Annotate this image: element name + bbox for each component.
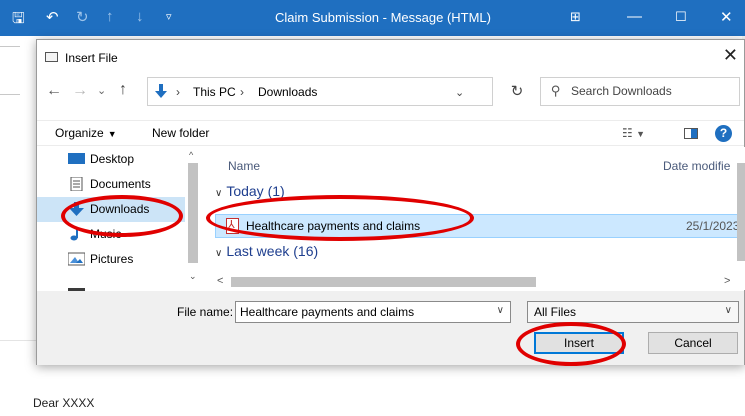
scroll-left-icon[interactable]: < xyxy=(217,275,223,287)
file-list-scrollbar[interactable]: ⌄ xyxy=(736,147,745,287)
window-title: Claim Submission - Message (HTML) xyxy=(275,10,491,25)
caret-down-icon: ▼ xyxy=(107,129,117,139)
scrollbar-thumb[interactable] xyxy=(231,277,536,287)
caret-down-icon: ▼ xyxy=(636,129,646,139)
back-arrow-icon[interactable]: ← xyxy=(46,82,62,100)
help-icon[interactable]: ? xyxy=(715,125,732,142)
group-header-today[interactable]: ∨ Today (1) xyxy=(215,183,285,199)
nav-item-label: Pictures xyxy=(90,252,134,266)
downloads-icon xyxy=(69,202,84,216)
file-row[interactable]: Healthcare payments and claims 25/1/2023… xyxy=(215,214,745,238)
nav-item-label: Downloads xyxy=(90,202,150,216)
recent-locations-icon[interactable]: ⌄ xyxy=(97,84,106,97)
arrow-down-icon[interactable]: ↓ xyxy=(136,8,144,25)
message-greeting: Dear XXXX xyxy=(33,396,95,410)
scrollbar-thumb[interactable] xyxy=(737,163,745,261)
breadcrumb-downloads[interactable]: Downloads xyxy=(258,85,317,99)
organize-button[interactable]: Organize ▼ xyxy=(55,126,117,140)
file-name-combobox[interactable]: ∨ xyxy=(235,301,511,323)
scroll-right-icon[interactable]: > xyxy=(724,275,730,287)
column-header-row: Name Date modifie xyxy=(209,147,745,177)
scroll-up-icon[interactable]: ^ xyxy=(189,150,193,160)
undo-icon[interactable]: ↶ xyxy=(46,8,59,26)
insert-file-dialog: Insert File ✕ ← → ⌄ ↑ › This PC › Downlo… xyxy=(36,39,745,365)
new-folder-button[interactable]: New folder xyxy=(152,126,209,140)
file-name: Healthcare payments and claims xyxy=(246,219,421,233)
preview-pane-icon[interactable] xyxy=(684,128,698,139)
close-icon[interactable]: ✕ xyxy=(723,46,738,64)
dialog-footer: File name: ∨ All Files ∨ Insert Cancel xyxy=(37,291,744,365)
chevron-down-icon: ∨ xyxy=(215,248,223,259)
chevron-down-icon[interactable]: ∨ xyxy=(497,305,504,316)
file-list: Name Date modifie ∨Today (1) Healthcare … xyxy=(209,147,745,287)
search-box[interactable]: ⚲ xyxy=(540,77,740,106)
details-view-icon: ☷ xyxy=(622,126,633,140)
outlook-titlebar: 🖫 ↶ ↻ ↑ ↓ ▿ Claim Submission - Message (… xyxy=(0,0,745,36)
dialog-icon xyxy=(45,52,58,62)
insert-button[interactable]: Insert xyxy=(534,332,624,354)
desktop-icon xyxy=(68,153,85,164)
breadcrumb-separator[interactable]: › xyxy=(176,85,180,99)
nav-item-label: Documents xyxy=(90,177,151,191)
cancel-button[interactable]: Cancel xyxy=(648,332,738,354)
dialog-toolbar: Organize ▼ New folder ☷ ▼ ? xyxy=(37,120,744,146)
save-icon[interactable]: 🖫 xyxy=(12,8,25,33)
nav-item-label: Desktop xyxy=(90,152,135,166)
file-list-hscrollbar[interactable]: < > xyxy=(209,274,745,290)
redo-icon[interactable]: ↻ xyxy=(76,8,89,26)
search-input[interactable] xyxy=(571,84,731,98)
customize-qat-icon[interactable]: ▿ xyxy=(166,10,172,23)
pdf-icon xyxy=(226,218,239,234)
refresh-button[interactable]: ↻ xyxy=(504,80,530,104)
minimize-icon[interactable]: — xyxy=(627,8,642,25)
maximize-icon[interactable]: ☐ xyxy=(675,9,687,25)
nav-pane-scrollbar[interactable]: ^ ⌄ xyxy=(185,147,201,287)
arrow-up-icon[interactable]: ↑ xyxy=(106,8,114,25)
nav-item-pictures[interactable]: Pictures xyxy=(37,247,185,272)
search-icon: ⚲ xyxy=(551,83,561,98)
dialog-title: Insert File xyxy=(65,51,118,65)
file-type-select[interactable]: All Files ∨ xyxy=(527,301,739,323)
nav-item-downloads[interactable]: Downloads xyxy=(37,197,185,222)
scroll-down-icon[interactable]: ⌄ xyxy=(189,271,197,282)
ribbon-display-icon[interactable]: ⊞ xyxy=(570,9,581,25)
group-header-last-week[interactable]: ∨ Last week (16) xyxy=(215,243,318,259)
column-header-name[interactable]: Name xyxy=(228,159,260,173)
file-name-label: File name: xyxy=(177,305,234,319)
chevron-down-icon: ∨ xyxy=(215,188,223,199)
column-header-date[interactable]: Date modifie xyxy=(663,159,730,173)
pictures-icon xyxy=(68,252,85,266)
nav-item-desktop[interactable]: Desktop xyxy=(37,147,185,172)
ribbon-left-strip xyxy=(0,36,34,336)
close-window-icon[interactable]: ✕ xyxy=(720,8,733,26)
change-view-button[interactable]: ☷ ▼ xyxy=(622,126,645,140)
chevron-down-icon[interactable]: ⌄ xyxy=(455,86,464,99)
organize-label: Organize xyxy=(55,126,104,140)
nav-item-documents[interactable]: Documents xyxy=(37,172,185,197)
file-type-value: All Files xyxy=(534,305,577,319)
navigation-pane: Desktop Documents Downloads Music Pictur… xyxy=(37,147,201,287)
scrollbar-thumb[interactable] xyxy=(188,163,198,263)
breadcrumb-separator[interactable]: › xyxy=(240,85,244,99)
address-bar[interactable]: › This PC › Downloads ⌄ xyxy=(147,77,493,106)
file-name-input[interactable] xyxy=(240,305,480,319)
documents-icon xyxy=(70,177,83,191)
group-label: Today (1) xyxy=(226,183,285,199)
nav-item-label: Music xyxy=(90,227,122,241)
group-label: Last week (16) xyxy=(226,243,319,259)
chevron-down-icon: ∨ xyxy=(724,305,732,316)
up-arrow-icon[interactable]: ↑ xyxy=(119,81,127,99)
forward-arrow-icon[interactable]: → xyxy=(72,82,88,100)
refresh-icon: ↻ xyxy=(510,83,524,100)
music-icon xyxy=(70,227,78,241)
nav-item-music[interactable]: Music xyxy=(37,222,185,247)
download-location-icon xyxy=(155,84,167,98)
dialog-titlebar: Insert File ✕ xyxy=(37,40,744,74)
breadcrumb-this-pc[interactable]: This PC xyxy=(193,85,236,99)
